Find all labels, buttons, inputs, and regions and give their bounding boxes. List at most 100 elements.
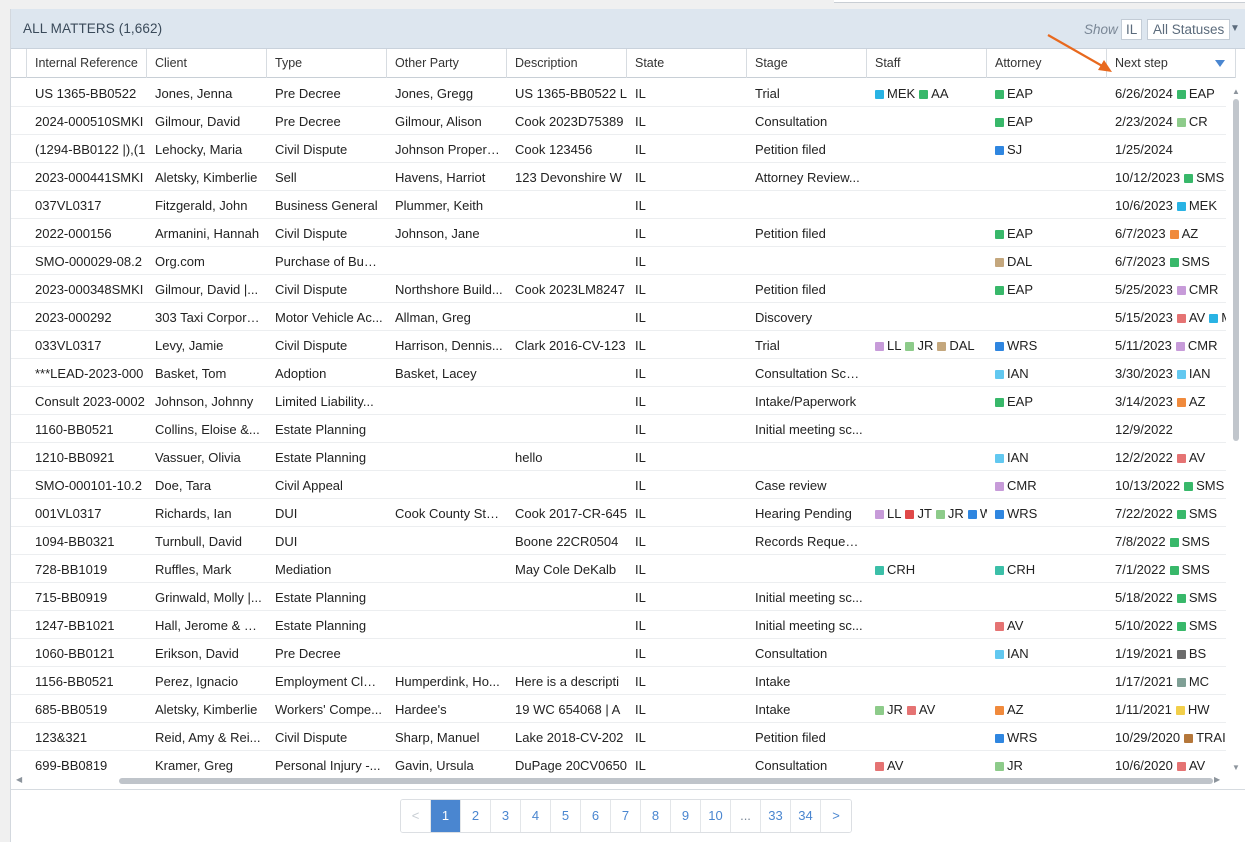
cell-state: IL bbox=[635, 338, 646, 353]
pagination-page-5[interactable]: 5 bbox=[551, 800, 581, 832]
cell-staff bbox=[867, 359, 987, 387]
pagination-page-7[interactable]: 7 bbox=[611, 800, 641, 832]
table-row[interactable]: Consult 2023-0002 Johnson, Johnny Limited … bbox=[11, 387, 1226, 415]
next-step-date: 3/14/2023 bbox=[1115, 394, 1173, 409]
pagination-page-2[interactable]: 2 bbox=[461, 800, 491, 832]
table-row[interactable]: 728-BB1019 Ruffles, Mark Mediation May Cole… bbox=[11, 555, 1226, 583]
color-swatch-icon bbox=[1176, 118, 1186, 127]
cell-type: Business General bbox=[275, 198, 378, 213]
column-header-stage[interactable]: Stage bbox=[747, 49, 867, 78]
table-row[interactable]: US 1365-BB0522 Jones, Jenna Pre Decree Jone… bbox=[11, 79, 1226, 107]
scroll-left-icon[interactable]: ◀ bbox=[16, 775, 22, 784]
column-header-type[interactable]: Type bbox=[267, 49, 387, 78]
sort-descending-icon[interactable] bbox=[1215, 60, 1225, 67]
vertical-scrollbar[interactable]: ▲ ▼ bbox=[1226, 79, 1245, 773]
table-row[interactable]: 685-BB0519 Aletsky, Kimberlie Workers' Com… bbox=[11, 695, 1226, 723]
column-header-staff[interactable]: Staff bbox=[867, 49, 987, 78]
cell-client: Kramer, Greg bbox=[155, 758, 234, 773]
column-header-label: State bbox=[635, 56, 665, 70]
cell-next-step: 7/22/2022 SMS bbox=[1107, 499, 1226, 527]
pagination-page-34[interactable]: 34 bbox=[791, 800, 821, 832]
table-row[interactable]: 1247-BB1021 Hall, Jerome & H... Estate Pla… bbox=[11, 611, 1226, 639]
column-header-other-party[interactable]: Other Party bbox=[387, 49, 507, 78]
pagination-page-4[interactable]: 4 bbox=[521, 800, 551, 832]
cell-client: Armanini, Hannah bbox=[155, 226, 260, 241]
table-row[interactable]: 1094-BB0321 Turnbull, David DUI Boone 22CR0… bbox=[11, 527, 1226, 555]
table-row[interactable]: 2024-000510SMKI Gilmour, David Pre Decree G… bbox=[11, 107, 1226, 135]
table-row[interactable]: 1210-BB0921 Vassuer, Olivia Estate Plannin… bbox=[11, 443, 1226, 471]
cell-type: DUI bbox=[275, 506, 298, 521]
pagination-prev-button[interactable]: < bbox=[401, 800, 431, 832]
staff-tag: LL bbox=[875, 499, 901, 527]
status-filter-select[interactable]: All Statuses bbox=[1147, 19, 1231, 40]
next-step-date: 12/2/2022 bbox=[1115, 450, 1173, 465]
horizontal-scrollbar[interactable]: ◀ ▶ bbox=[11, 773, 1226, 789]
horizontal-scroll-thumb[interactable] bbox=[119, 778, 1213, 784]
column-header-next-step[interactable]: Next step bbox=[1107, 49, 1236, 78]
table-row[interactable]: SMO-000101-10.2 Doe, Tara Civil Appeal IL Ca… bbox=[11, 471, 1226, 499]
table-row[interactable]: ***LEAD-2023-000 Basket, Tom Adoption Baske… bbox=[11, 359, 1226, 387]
table-row[interactable]: 2023-000348SMKI Gilmour, David |... Civil … bbox=[11, 275, 1226, 303]
color-swatch-icon bbox=[1169, 230, 1179, 239]
table-row[interactable]: 1160-BB0521 Collins, Eloise &... Estate Pl… bbox=[11, 415, 1226, 443]
cell-stage: Intake/Paperwork bbox=[755, 394, 857, 409]
table-row[interactable]: 715-BB0919 Grinwald, Molly |... Estate Pla… bbox=[11, 583, 1226, 611]
table-row[interactable]: 1156-BB0521 Perez, Ignacio Employment Clai… bbox=[11, 667, 1226, 695]
cell-next-step: 10/12/2023 SMS bbox=[1107, 163, 1226, 191]
table-row[interactable]: 2023-000292 303 Taxi Corpora... Motor Vehi… bbox=[11, 303, 1226, 331]
cell-stage: Consultation bbox=[755, 758, 828, 773]
state-filter-select[interactable]: IL bbox=[1121, 19, 1143, 40]
next_tag-tag: SMS bbox=[1184, 471, 1224, 499]
column-header-description[interactable]: Description bbox=[507, 49, 627, 78]
pagination-page-33[interactable]: 33 bbox=[761, 800, 791, 832]
cell-state: IL bbox=[635, 506, 646, 521]
scroll-up-icon[interactable]: ▲ bbox=[1232, 87, 1240, 96]
column-header-attorney[interactable]: Attorney bbox=[987, 49, 1107, 78]
staff-tag-label: LL bbox=[887, 506, 902, 521]
table-row[interactable]: 033VL0317 Levy, Jamie Civil Dispute Harriso… bbox=[11, 331, 1226, 359]
cell-type: Estate Planning bbox=[275, 618, 367, 633]
pagination-page-8[interactable]: 8 bbox=[641, 800, 671, 832]
table-row[interactable]: 123&321 Reid, Amy & Rei... Civil Dispute Sh… bbox=[11, 723, 1226, 751]
next_tag-tag: MEK bbox=[1176, 191, 1217, 219]
attorney-tag: EAP bbox=[995, 219, 1033, 247]
cell-description bbox=[507, 191, 627, 219]
next_tag-tag-label: CMR bbox=[1187, 338, 1218, 353]
table-row[interactable]: 2022-000156 Armanini, Hannah Civil Dispute… bbox=[11, 219, 1226, 247]
status-dropdown-caret-icon[interactable]: ▼ bbox=[1230, 23, 1240, 34]
staff-tag: JR bbox=[905, 331, 933, 359]
column-header-internal-reference[interactable]: Internal Reference bbox=[27, 49, 147, 78]
table-row[interactable]: 2023-000441SMKI Aletsky, Kimberlie Sell Hav… bbox=[11, 163, 1226, 191]
column-header-client[interactable]: Client bbox=[147, 49, 267, 78]
cell-type: Sell bbox=[275, 170, 297, 185]
table-row[interactable]: 699-BB0819 Kramer, Greg Personal Injury -.… bbox=[11, 751, 1226, 773]
top-border bbox=[834, 0, 1245, 3]
pagination-next-button[interactable]: > bbox=[821, 800, 851, 832]
attorney-tag-label: AZ bbox=[1007, 702, 1024, 717]
pagination-page-6[interactable]: 6 bbox=[581, 800, 611, 832]
scroll-right-icon[interactable]: ▶ bbox=[1214, 775, 1220, 784]
next-step-date: 10/13/2022 bbox=[1115, 478, 1181, 493]
next_tag-tag-label: IAN bbox=[1188, 366, 1211, 381]
cell-other-party bbox=[387, 471, 507, 499]
table-row[interactable]: SMO-000029-08.2 Org.com Purchase of Busi..… bbox=[11, 247, 1226, 275]
column-header-state[interactable]: State bbox=[627, 49, 747, 78]
scroll-down-icon[interactable]: ▼ bbox=[1232, 763, 1240, 772]
cell-attorney bbox=[987, 667, 1107, 695]
table-row[interactable]: 037VL0317 Fitzgerald, John Business Genera… bbox=[11, 191, 1226, 219]
color-swatch-icon bbox=[995, 258, 1004, 267]
vertical-scroll-thumb[interactable] bbox=[1233, 99, 1239, 441]
pagination-page-10[interactable]: 10 bbox=[701, 800, 731, 832]
table-row[interactable]: 001VL0317 Richards, Ian DUI Cook County Sta… bbox=[11, 499, 1226, 527]
cell-client: Doe, Tara bbox=[155, 478, 212, 493]
pagination-page-3[interactable]: 3 bbox=[491, 800, 521, 832]
table-row[interactable]: 1060-BB0121 Erikson, David Pre Decree IL Con… bbox=[11, 639, 1226, 667]
pagination-page-9[interactable]: 9 bbox=[671, 800, 701, 832]
cell-stage: Records Request... bbox=[755, 534, 867, 549]
cell-attorney: IAN bbox=[987, 443, 1107, 471]
cell-client: Fitzgerald, John bbox=[155, 198, 248, 213]
color-swatch-icon bbox=[1184, 482, 1194, 491]
table-row[interactable]: (1294-BB0122 |),(1 Lehocky, Maria Civil Di… bbox=[11, 135, 1226, 163]
next_tag-tag: EAP bbox=[1176, 79, 1215, 107]
pagination-page-1[interactable]: 1 bbox=[431, 800, 461, 832]
